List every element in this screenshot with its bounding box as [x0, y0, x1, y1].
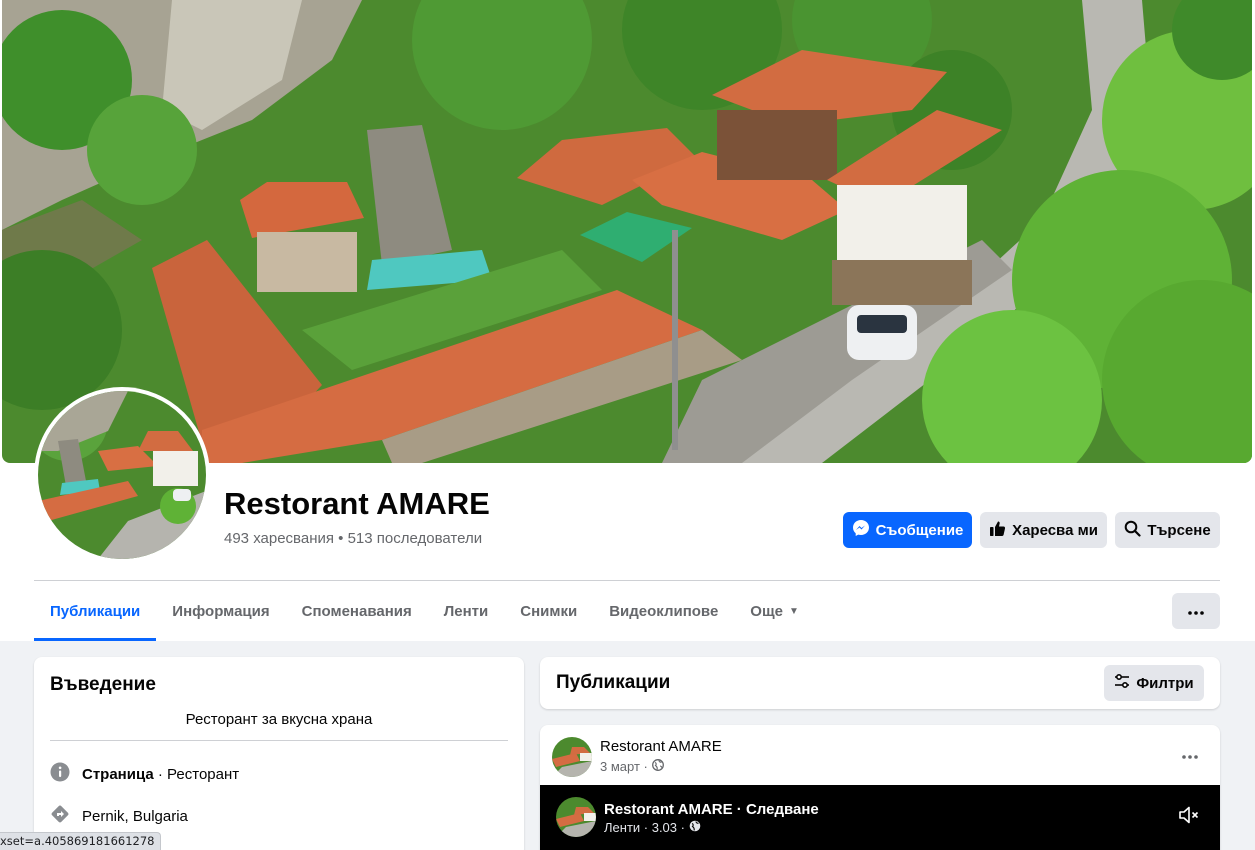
intro-bio: Ресторант за вкусна храна	[185, 711, 373, 728]
tab-mentions[interactable]: Споменавания	[286, 581, 428, 641]
intro-title: Въведение	[50, 674, 156, 695]
ellipsis-icon	[1182, 746, 1198, 764]
search-button-label: Търсене	[1147, 521, 1211, 539]
tab-about[interactable]: Информация	[156, 581, 285, 641]
post-card: Restorant AMARE 3 март · Restorant AMARE…	[540, 725, 1220, 850]
globe-icon	[689, 820, 701, 835]
mute-button[interactable]	[1178, 805, 1200, 830]
message-button-label: Съобщение	[875, 521, 964, 539]
post-date[interactable]: 3 март ·	[600, 759, 648, 774]
location-text: Pernik, Bulgaria	[82, 807, 188, 825]
post-options-button[interactable]	[1172, 743, 1208, 767]
browser-status-url: xset=a.405869181661278	[0, 832, 162, 850]
like-button[interactable]: Харесва ми	[980, 512, 1107, 548]
reel-meta: Ленти · 3.03 ·	[604, 820, 701, 835]
posts-header-card: Публикации Филтри	[540, 657, 1220, 709]
search-icon	[1124, 520, 1141, 541]
profile-header: Restorant AMARE 493 харесвания • 513 пос…	[0, 0, 1255, 641]
filters-button-label: Филтри	[1136, 674, 1194, 692]
posts-section-title: Публикации	[556, 672, 671, 693]
category-label: Страница	[82, 765, 154, 783]
sliders-icon	[1114, 673, 1130, 693]
directions-icon	[50, 804, 70, 828]
tab-posts[interactable]: Публикации	[34, 581, 157, 641]
category-value: · Ресторант	[153, 765, 240, 783]
reel-author-avatar[interactable]	[556, 797, 596, 837]
thumbs-up-icon	[989, 520, 1006, 541]
reel-title[interactable]: Restorant AMARE · Следване	[604, 801, 819, 818]
ellipsis-icon	[1188, 602, 1204, 620]
reel-player[interactable]: Restorant AMARE · Следване Ленти · 3.03 …	[540, 785, 1220, 850]
post-meta: 3 март ·	[600, 759, 664, 774]
intro-divider	[50, 740, 508, 741]
tab-photos[interactable]: Снимки	[504, 581, 593, 641]
filters-button[interactable]: Филтри	[1104, 665, 1204, 701]
reel-meta-text: Ленти · 3.03 ·	[604, 820, 685, 835]
globe-icon	[651, 759, 664, 774]
tab-more[interactable]: Още ▼	[734, 581, 815, 641]
post-author-name[interactable]: Restorant AMARE	[600, 738, 722, 755]
like-button-label: Харесва ми	[1012, 521, 1098, 539]
cover-photo[interactable]	[2, 0, 1252, 463]
page-stats[interactable]: 493 харесвания • 513 последователи	[224, 530, 482, 547]
search-button[interactable]: Търсене	[1115, 512, 1220, 548]
intro-location[interactable]: Pernik, Bulgaria	[50, 804, 188, 828]
profile-tabs: Публикации Информация Споменавания Ленти…	[34, 581, 815, 641]
more-options-button[interactable]	[1172, 593, 1220, 629]
info-icon	[50, 762, 70, 786]
tab-reels[interactable]: Ленти	[428, 581, 505, 641]
intro-category: Страница · Ресторант	[50, 762, 239, 786]
message-button[interactable]: Съобщение	[843, 512, 972, 548]
caret-down-icon: ▼	[788, 605, 799, 617]
messenger-icon	[852, 519, 870, 541]
profile-avatar[interactable]	[34, 387, 210, 563]
muted-speaker-icon	[1178, 806, 1200, 829]
page-title: Restorant AMARE	[224, 486, 490, 521]
tab-videos[interactable]: Видеоклипове	[593, 581, 734, 641]
post-author-avatar[interactable]	[552, 737, 592, 777]
intro-card: Въведение Ресторант за вкусна храна Стра…	[34, 657, 524, 850]
